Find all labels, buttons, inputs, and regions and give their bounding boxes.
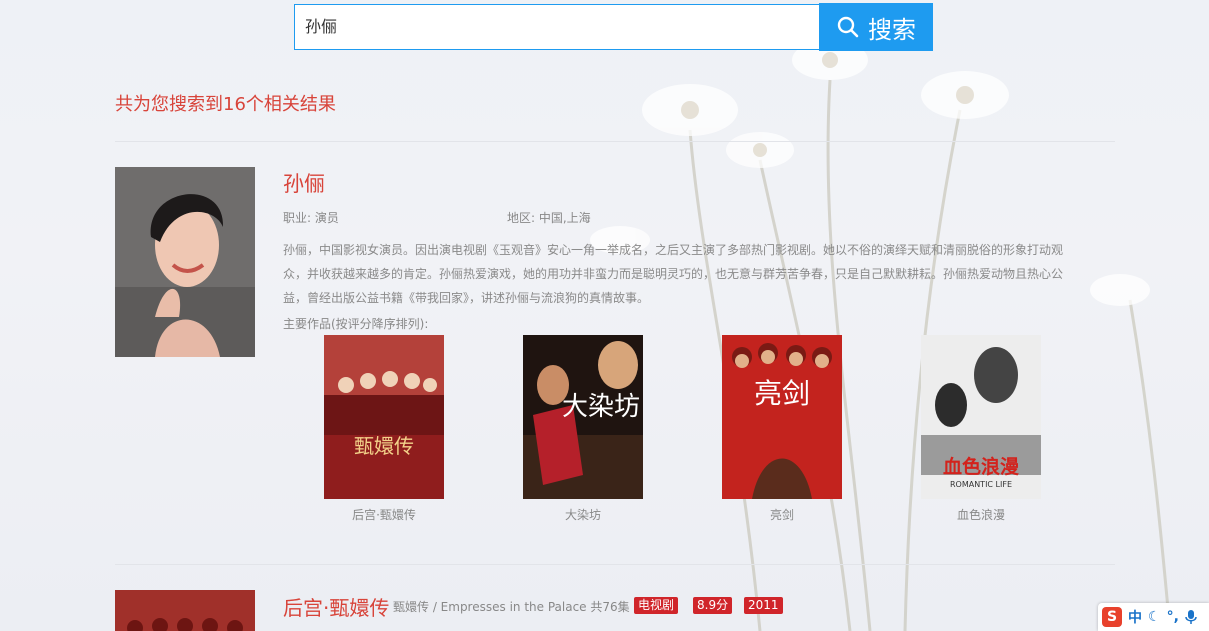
search-icon [837, 16, 859, 38]
result-count: 共为您搜索到16个相关结果 [115, 94, 336, 115]
poster-title-text: 大染坊 [562, 392, 640, 422]
poster-title-xuese[interactable]: 血色浪漫 [921, 506, 1041, 523]
poster-liangjian[interactable]: 亮剑 [722, 335, 842, 499]
poster-title-text: 亮剑 [754, 377, 810, 410]
search-button-label: 搜索 [868, 15, 916, 44]
divider [115, 564, 1115, 565]
badge-year: 2011 [744, 597, 783, 614]
moon-icon[interactable]: ☾ [1148, 609, 1161, 625]
divider [115, 141, 1115, 142]
poster-xuese[interactable]: 血色浪漫 ROMANTIC LIFE [921, 335, 1041, 499]
poster-title-zhenhuan[interactable]: 后宫·甄嬛传 [324, 506, 444, 523]
ime-toolbar[interactable]: S 中 ☾ °, [1098, 603, 1209, 631]
ime-mode[interactable]: 中 [1128, 607, 1142, 627]
poster-darfang[interactable]: 大染坊 [523, 335, 643, 499]
poster-title-darfang[interactable]: 大染坊 [523, 506, 643, 523]
works-label: 主要作品(按评分降序排列): [283, 317, 429, 331]
poster-title-text: 甄嬛传 [354, 434, 414, 458]
ime-punctuation[interactable]: °, [1167, 609, 1179, 625]
show-subtitle: 甄嬛传 / Empresses in the Palace 共76集 [393, 600, 630, 614]
poster-title-liangjian[interactable]: 亮剑 [722, 506, 842, 523]
person-name[interactable]: 孙俪 [283, 168, 325, 198]
search-query: 孙俪 [305, 17, 338, 36]
poster-subtitle-text: ROMANTIC LIFE [950, 480, 1012, 489]
occupation: 职业: 演员 [283, 211, 339, 225]
show-title[interactable]: 后宫·甄嬛传 [283, 592, 389, 621]
ime-logo-icon: S [1102, 607, 1122, 627]
search-input[interactable]: 孙俪 [294, 4, 820, 50]
microphone-icon[interactable] [1185, 609, 1197, 625]
poster-title-text: 血色浪漫 [943, 455, 1020, 478]
person-photo[interactable] [115, 167, 255, 357]
show-thumbnail[interactable] [115, 590, 255, 631]
region: 地区: 中国,上海 [507, 211, 591, 225]
poster-zhenhuan[interactable]: 甄嬛传 [324, 335, 444, 499]
badge-type: 电视剧 [634, 597, 679, 614]
person-bio: 孙俪，中国影视女演员。因出演电视剧《玉观音》安心一角一举成名，之后又主演了多部热… [283, 243, 1064, 305]
badge-rating: 8.9分 [693, 597, 733, 614]
search-button[interactable]: 搜索 [819, 3, 933, 51]
